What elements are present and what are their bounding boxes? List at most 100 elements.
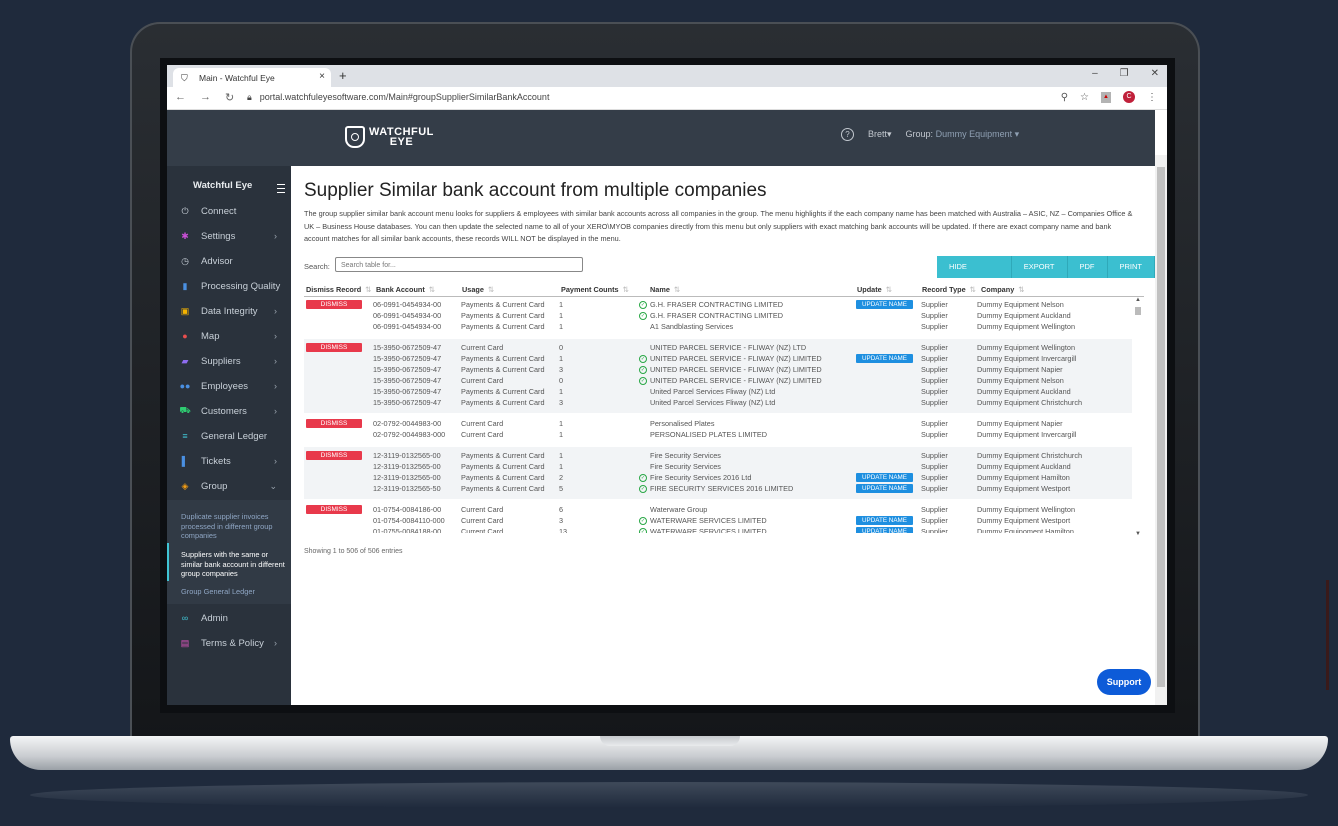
sidebar-item-admin[interactable]: ∞ Admin xyxy=(179,610,283,626)
export-button[interactable]: EXPORT xyxy=(1011,256,1068,278)
sidebar-item-suppliers[interactable]: ▰ Suppliers › xyxy=(179,353,283,369)
cell-type: Supplier xyxy=(921,343,948,352)
print-button[interactable]: PRINT xyxy=(1107,256,1155,278)
maximize-button[interactable]: ❐ xyxy=(1120,68,1129,79)
sidebar-subitem[interactable]: Duplicate supplier invoices processed in… xyxy=(181,512,285,541)
group-selector[interactable]: Group: Dummy Equipment ▾ xyxy=(906,129,1020,140)
dismiss-button[interactable]: DISMISS xyxy=(306,419,362,428)
user-menu[interactable]: Brett▾ xyxy=(868,129,892,140)
cell-count: 3 xyxy=(559,398,564,407)
page-scroll-thumb[interactable] xyxy=(1157,167,1165,687)
clock-icon: ◷ xyxy=(181,255,189,266)
sort-icon[interactable]: ⇅ xyxy=(365,285,371,294)
update-name-button[interactable]: UPDATE NAME xyxy=(856,473,913,482)
sidebar-subitem[interactable]: Suppliers with the same or similar bank … xyxy=(181,550,285,579)
sort-icon[interactable]: ⇅ xyxy=(1018,285,1024,294)
dismiss-button[interactable]: DISMISS xyxy=(306,505,362,514)
dismiss-button[interactable]: DISMISS xyxy=(306,343,362,352)
dismiss-button[interactable]: DISMISS xyxy=(306,451,362,460)
update-name-button[interactable]: UPDATE NAME xyxy=(856,516,913,525)
sidebar-item-settings[interactable]: ✱ Settings › xyxy=(179,228,283,244)
chevron-right-icon: › xyxy=(274,231,277,241)
cell-bank: 02-0792-0044983-000 xyxy=(373,430,446,439)
scroll-thumb[interactable] xyxy=(1135,307,1141,315)
hamburger-icon[interactable] xyxy=(277,184,285,193)
page-title: Supplier Similar bank account from multi… xyxy=(304,180,767,201)
sort-icon[interactable]: ⇅ xyxy=(429,285,435,294)
support-button[interactable]: Support xyxy=(1097,669,1151,695)
column-header[interactable]: Record Type ⇅ xyxy=(922,285,976,294)
scroll-up-icon[interactable]: ▲ xyxy=(1135,297,1141,303)
url-field[interactable]: 🔒︎ portal.watchfuleyesoftware.com/Main#gr… xyxy=(247,92,549,103)
hide-column-button[interactable]: HIDE COLUMN xyxy=(937,256,1012,293)
cell-company: Dummy Equipment Westport xyxy=(977,516,1071,525)
tab-close-icon[interactable]: × xyxy=(319,71,325,82)
cell-usage: Current Card xyxy=(461,343,504,352)
help-icon[interactable]: ? xyxy=(841,128,854,141)
column-header[interactable]: Name ⇅ xyxy=(650,285,680,294)
sort-icon[interactable]: ⇅ xyxy=(970,285,976,294)
cell-name: WATERWARE SERVICES LIMITED xyxy=(650,516,767,525)
sidebar-subitem[interactable]: Group General Ledger xyxy=(181,587,285,597)
minimize-button[interactable]: – xyxy=(1092,68,1098,79)
entries-info: Showing 1 to 506 of 506 entries xyxy=(304,548,403,555)
sort-icon[interactable]: ⇅ xyxy=(488,285,494,294)
column-header[interactable]: Dismiss Record ⇅ xyxy=(306,285,371,294)
sidebar-item-connect[interactable]: ⏻ Connect xyxy=(179,203,283,219)
update-name-button[interactable]: UPDATE NAME xyxy=(856,300,913,309)
update-name-button[interactable]: UPDATE NAME xyxy=(856,354,913,363)
reload-icon[interactable]: ↻ xyxy=(225,91,234,104)
scroll-down-icon[interactable]: ▼ xyxy=(1135,531,1141,537)
cell-type: Supplier xyxy=(921,451,948,460)
new-tab-button[interactable]: + xyxy=(339,68,347,83)
page-description: The group supplier similar bank account … xyxy=(304,209,1133,243)
tab-title: Main - Watchful Eye xyxy=(199,72,275,83)
zoom-icon[interactable]: ⚲ xyxy=(1061,92,1068,103)
cell-bank: 15-3950-0672509-47 xyxy=(373,398,442,407)
table-body: DISMISS 06-0991-0454934-00 Payments & Curr… xyxy=(304,297,1132,533)
sidebar-item-processing-quality[interactable]: ▮ Processing Quality xyxy=(179,278,283,294)
menu-dots-icon[interactable]: ⋮ xyxy=(1147,92,1157,103)
column-header[interactable]: Update ⇅ xyxy=(857,285,892,294)
table-scrollbar[interactable]: ▲ ▼ xyxy=(1133,297,1143,537)
sidebar-item-employees[interactable]: ●● Employees › xyxy=(179,378,283,394)
sidebar-item-terms-policy[interactable]: ▤ Terms & Policy › xyxy=(179,635,283,651)
close-window-button[interactable]: ✕ xyxy=(1151,68,1159,79)
sidebar-item-general-ledger[interactable]: ≡ General Ledger xyxy=(179,428,283,444)
column-header[interactable]: Usage ⇅ xyxy=(462,285,494,294)
browser-tab[interactable]: ⛉ Main - Watchful Eye × xyxy=(173,68,331,87)
logo[interactable]: WATCHFUL EYE xyxy=(345,126,434,148)
sort-icon[interactable]: ⇅ xyxy=(674,285,680,294)
table-actions: HIDE COLUMN EXPORT PDF PRINT xyxy=(937,256,1155,293)
forward-icon[interactable]: → xyxy=(200,91,211,104)
update-name-button[interactable]: UPDATE NAME xyxy=(856,527,913,533)
sidebar-item-group[interactable]: ◈ Group ⌄ xyxy=(179,478,283,494)
check-circle-icon: ✓ xyxy=(639,312,647,320)
back-icon[interactable]: ← xyxy=(175,91,186,104)
sidebar-item-map[interactable]: ● Map › xyxy=(179,328,283,344)
laptop-notch xyxy=(600,736,740,746)
pdf-extension-icon[interactable]: ▲ xyxy=(1101,91,1111,103)
pdf-button[interactable]: PDF xyxy=(1067,256,1108,278)
sidebar-item-data-integrity[interactable]: ▣ Data Integrity › xyxy=(179,303,283,319)
sidebar-item-label: Admin xyxy=(201,612,228,624)
logo-line2: EYE xyxy=(389,136,414,148)
dismiss-button[interactable]: DISMISS xyxy=(306,300,362,309)
page-scrollbar[interactable] xyxy=(1155,155,1167,705)
sidebar-item-customers[interactable]: ⛟ Customers › xyxy=(179,403,283,419)
column-header[interactable]: Company ⇅ xyxy=(981,285,1024,294)
star-icon[interactable]: ☆ xyxy=(1080,92,1089,103)
sort-icon[interactable]: ⇅ xyxy=(886,285,892,294)
check-circle-icon: ✓ xyxy=(639,485,647,493)
column-header-label: Bank Account xyxy=(376,285,425,294)
update-name-button[interactable]: UPDATE NAME xyxy=(856,484,913,493)
search-input[interactable]: Search table for... xyxy=(335,257,583,272)
sidebar-item-advisor[interactable]: ◷ Advisor xyxy=(179,253,283,269)
column-header[interactable]: Payment Counts ⇅ xyxy=(561,285,629,294)
sidebar-item-label: Employees xyxy=(201,380,248,392)
profile-avatar[interactable]: C xyxy=(1123,91,1135,103)
sort-icon[interactable]: ⇅ xyxy=(623,285,629,294)
column-header[interactable]: Bank Account ⇅ xyxy=(376,285,435,294)
cell-type: Supplier xyxy=(921,505,948,514)
sidebar-item-tickets[interactable]: ▌ Tickets › xyxy=(179,453,283,469)
